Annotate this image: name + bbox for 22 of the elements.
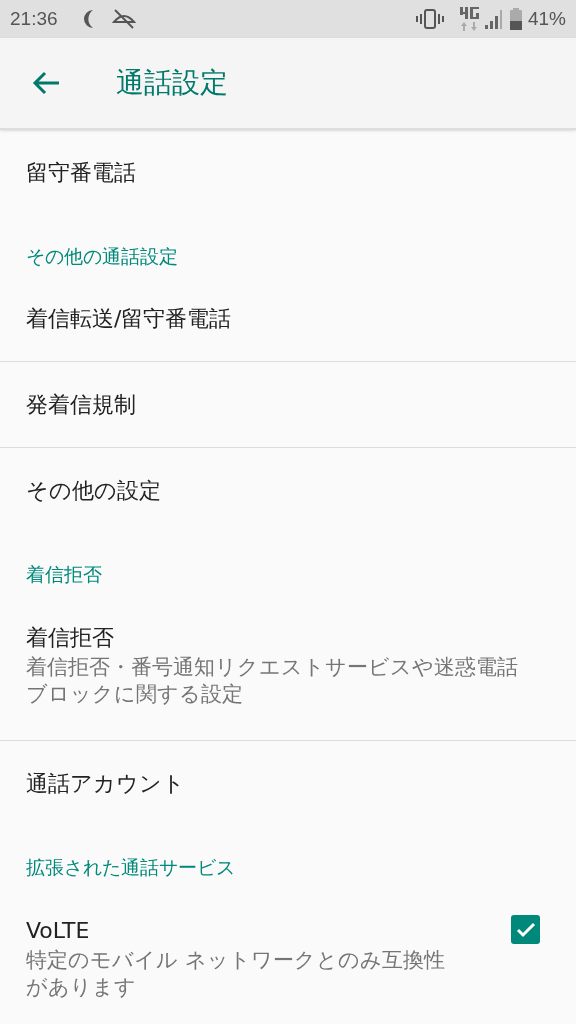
- item-title: 着信拒否: [26, 624, 115, 652]
- item-title: 着信転送/留守番電話: [26, 304, 233, 333]
- settings-item[interactable]: 発着信規制: [0, 362, 576, 448]
- item-title: その他の設定: [26, 477, 162, 505]
- settings-item[interactable]: 着信拒否 着信拒否・番号通知リクエストサービスや迷惑電話ブロックに関する設定: [0, 594, 576, 741]
- item-title: VoLTE: [26, 917, 91, 945]
- item-title: 発着信規制: [26, 390, 137, 419]
- screen-title: 通話設定: [116, 65, 228, 101]
- settings-item[interactable]: 着信転送/留守番電話: [0, 276, 576, 362]
- section-header: 拡張された通話サービス: [26, 856, 235, 878]
- section-header: 着信拒否: [26, 563, 102, 585]
- item-summary: 特定のモバイル ネットワークとのみ互換性があります: [26, 947, 446, 1001]
- settings-item[interactable]: 通話アカウント: [0, 741, 576, 827]
- status-time: 21:36: [10, 6, 58, 31]
- item-title: 通話アカウント: [26, 770, 186, 798]
- section-header: その他の通話設定: [26, 245, 178, 267]
- battery-level: 41%: [527, 6, 566, 31]
- item-summary: 着信拒否・番号通知リクエストサービスや迷惑電話ブロックに関する設定: [26, 654, 519, 708]
- item-title: 留守番電話: [26, 159, 137, 187]
- settings-item[interactable]: 留守番電話: [0, 130, 576, 216]
- settings-item[interactable]: VoLTE 特定のモバイル ネットワークとのみ互換性があります: [0, 887, 576, 1024]
- settings-item[interactable]: その他の設定: [0, 448, 576, 534]
